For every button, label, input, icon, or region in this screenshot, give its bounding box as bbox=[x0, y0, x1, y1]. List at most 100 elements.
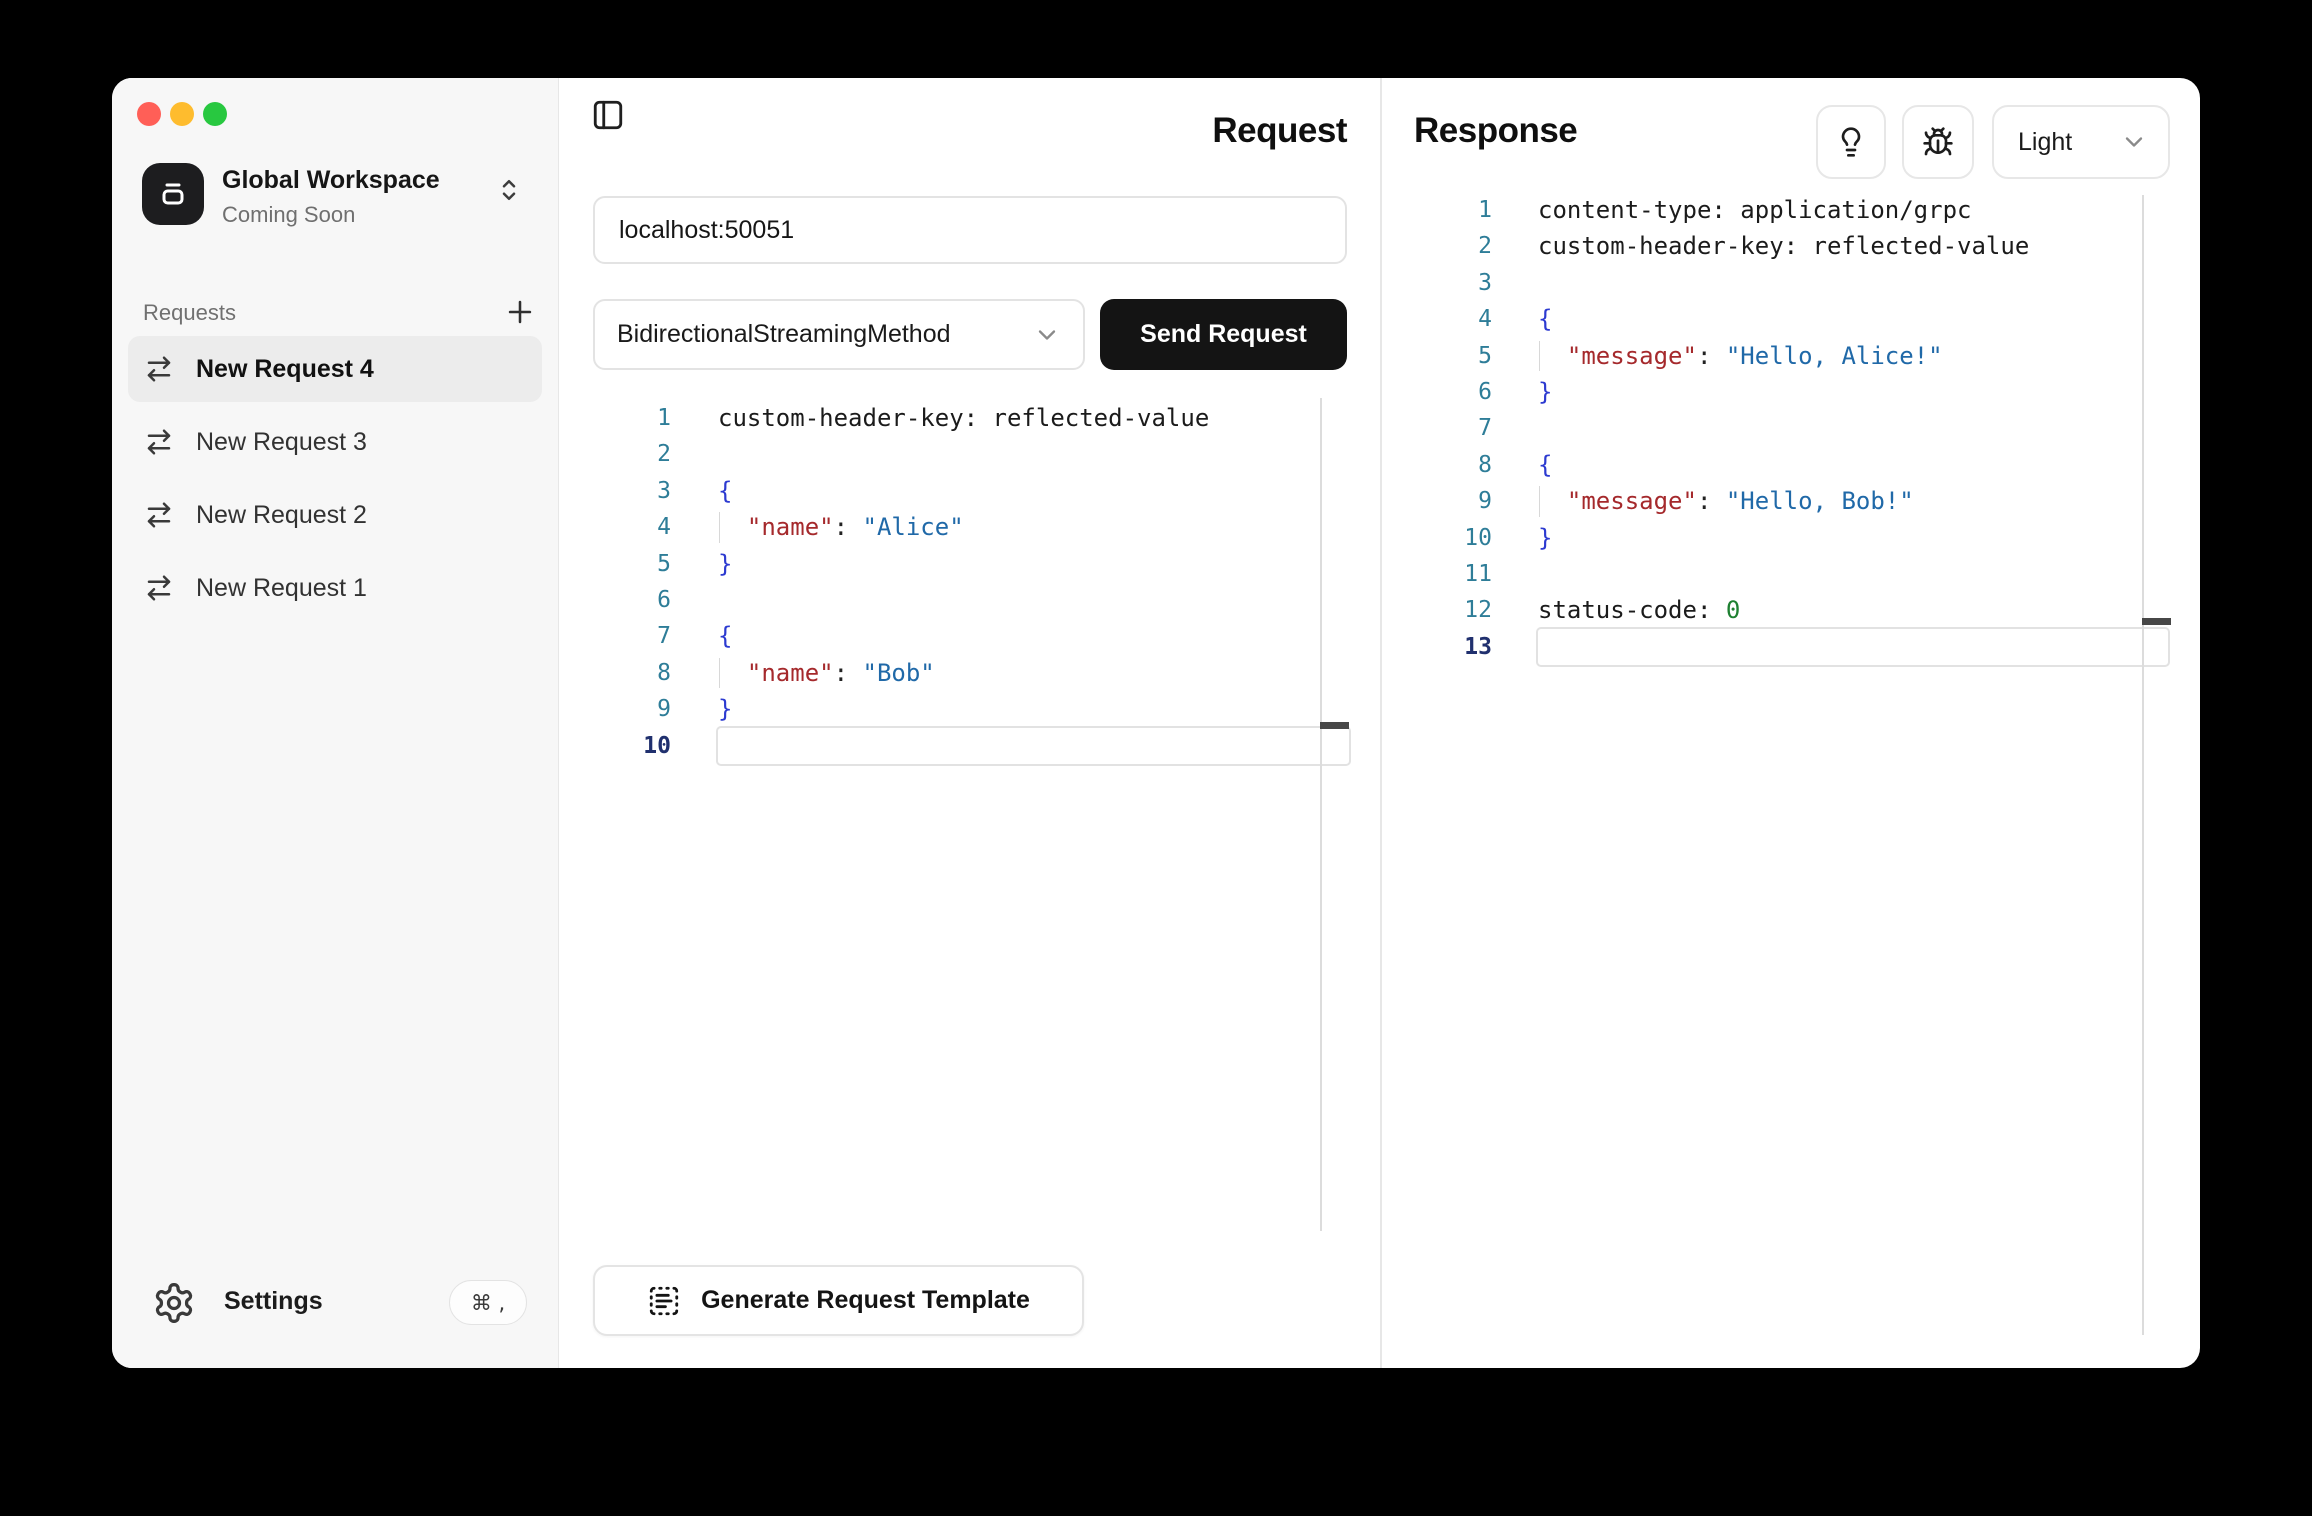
lightbulb-icon bbox=[1835, 126, 1867, 158]
debug-button[interactable] bbox=[1902, 105, 1974, 179]
editor-line: 10 bbox=[601, 728, 1349, 764]
indent-guide bbox=[1539, 341, 1540, 371]
request-editor[interactable]: 1custom-header-key: reflected-value23{4 … bbox=[601, 400, 1349, 764]
generate-request-template-button[interactable]: Generate Request Template bbox=[593, 1265, 1084, 1336]
line-content[interactable]: custom-header-key: reflected-value bbox=[718, 400, 1349, 436]
request-editor-scrollbar-thumb[interactable] bbox=[1320, 722, 1349, 729]
editor-line: 6} bbox=[1424, 374, 2168, 410]
line-content[interactable]: { bbox=[1538, 301, 2168, 337]
send-request-button[interactable]: Send Request bbox=[1100, 299, 1347, 370]
line-number: 5 bbox=[601, 546, 671, 582]
line-content[interactable] bbox=[1538, 556, 2168, 592]
workspace-icon bbox=[142, 163, 204, 225]
line-number: 6 bbox=[601, 582, 671, 618]
bug-icon bbox=[1922, 126, 1954, 158]
line-number: 5 bbox=[1424, 338, 1492, 374]
method-dropdown-value: BidirectionalStreamingMethod bbox=[617, 320, 1033, 349]
line-content[interactable]: { bbox=[1538, 447, 2168, 483]
line-number: 2 bbox=[1424, 228, 1492, 264]
window-minimize-button[interactable] bbox=[170, 102, 194, 126]
indent-guide bbox=[719, 512, 720, 542]
editor-line: 2 custom-header-key: reflected-value bbox=[1424, 228, 2168, 264]
line-content[interactable]: content-type: application/grpc bbox=[1538, 192, 2168, 228]
line-number: 9 bbox=[1424, 483, 1492, 519]
line-content[interactable]: } bbox=[718, 546, 1349, 582]
line-number: 3 bbox=[1424, 265, 1492, 301]
request-list-item-label: New Request 4 bbox=[196, 355, 374, 384]
line-content[interactable]: status-code: 0 bbox=[1538, 592, 2168, 628]
editor-line: 5 "message": "Hello, Alice!" bbox=[1424, 338, 2168, 374]
swap-arrows-icon bbox=[144, 427, 174, 457]
settings-button[interactable]: Settings bbox=[224, 1287, 323, 1316]
hint-button[interactable] bbox=[1816, 105, 1886, 179]
line-content[interactable]: "message": "Hello, Alice!" bbox=[1538, 338, 2168, 374]
line-content[interactable] bbox=[718, 436, 1349, 472]
request-list-item[interactable]: New Request 1 bbox=[128, 555, 542, 621]
line-content[interactable]: "name": "Bob" bbox=[718, 655, 1349, 691]
editor-line: 4 "name": "Alice" bbox=[601, 509, 1349, 545]
editor-line: 8 "name": "Bob" bbox=[601, 655, 1349, 691]
add-request-button[interactable] bbox=[498, 290, 542, 334]
template-dashed-icon bbox=[647, 1284, 681, 1318]
line-content[interactable]: custom-header-key: reflected-value bbox=[1538, 228, 2168, 264]
editor-line: 9} bbox=[601, 691, 1349, 727]
line-content[interactable]: { bbox=[718, 473, 1349, 509]
request-list-item-label: New Request 3 bbox=[196, 428, 367, 457]
editor-line: 3 bbox=[1424, 265, 2168, 301]
indent-guide bbox=[1539, 486, 1540, 516]
request-list-item[interactable]: New Request 3 bbox=[128, 409, 542, 475]
workspace-switcher-button[interactable] bbox=[494, 175, 524, 205]
app-window: Global Workspace Coming Soon Requests Ne… bbox=[112, 78, 2200, 1368]
line-number: 9 bbox=[601, 691, 671, 727]
archive-box-icon bbox=[155, 176, 191, 212]
settings-shortcut-badge: ⌘ , bbox=[449, 1280, 527, 1325]
line-content[interactable]: { bbox=[718, 618, 1349, 654]
line-content[interactable] bbox=[1538, 265, 2168, 301]
workspace-subtitle: Coming Soon bbox=[222, 202, 355, 228]
line-number: 4 bbox=[601, 509, 671, 545]
workspace-title: Global Workspace bbox=[222, 166, 440, 195]
method-dropdown[interactable]: BidirectionalStreamingMethod bbox=[593, 299, 1085, 370]
gear-icon bbox=[152, 1281, 196, 1325]
chevrons-up-down-icon bbox=[494, 175, 524, 205]
line-number: 10 bbox=[601, 728, 671, 764]
request-list-item[interactable]: New Request 4 bbox=[128, 336, 542, 402]
line-number: 10 bbox=[1424, 520, 1492, 556]
line-content[interactable]: "message": "Hello, Bob!" bbox=[1538, 483, 2168, 519]
line-content[interactable]: "name": "Alice" bbox=[718, 509, 1349, 545]
window-close-button[interactable] bbox=[137, 102, 161, 126]
editor-line: 1content-type: application/grpc bbox=[1424, 192, 2168, 228]
request-list-item[interactable]: New Request 2 bbox=[128, 482, 542, 548]
editor-line: 4{ bbox=[1424, 301, 2168, 337]
response-editor-scrollbar-thumb[interactable] bbox=[2142, 618, 2171, 625]
window-zoom-button[interactable] bbox=[203, 102, 227, 126]
indent-guide bbox=[719, 658, 720, 688]
line-content[interactable] bbox=[1538, 410, 2168, 446]
chevron-down-icon bbox=[1033, 321, 1061, 349]
line-content[interactable] bbox=[1538, 629, 2168, 665]
line-number: 7 bbox=[1424, 410, 1492, 446]
line-number: 1 bbox=[601, 400, 671, 436]
response-panel-title: Response bbox=[1414, 111, 1577, 151]
line-content[interactable]: } bbox=[1538, 520, 2168, 556]
line-content[interactable]: } bbox=[1538, 374, 2168, 410]
requests-section-label: Requests bbox=[143, 300, 236, 326]
editor-line: 8{ bbox=[1424, 447, 2168, 483]
response-editor[interactable]: 1content-type: application/grpc2 custom-h… bbox=[1424, 192, 2168, 665]
line-content[interactable] bbox=[718, 728, 1349, 764]
line-number: 11 bbox=[1424, 556, 1492, 592]
line-number: 7 bbox=[601, 618, 671, 654]
line-content[interactable]: } bbox=[718, 691, 1349, 727]
line-number: 3 bbox=[601, 473, 671, 509]
server-url-input[interactable] bbox=[593, 196, 1347, 264]
editor-line: 11 bbox=[1424, 556, 2168, 592]
editor-line: 6 bbox=[601, 582, 1349, 618]
line-content[interactable] bbox=[718, 582, 1349, 618]
editor-line: 10} bbox=[1424, 520, 2168, 556]
editor-line: 12 status-code: 0 bbox=[1424, 592, 2168, 628]
request-list: New Request 4 New Request 3 New Request … bbox=[128, 336, 542, 628]
swap-arrows-icon bbox=[144, 500, 174, 530]
line-number: 12 bbox=[1424, 592, 1492, 628]
theme-dropdown[interactable]: Light bbox=[1992, 105, 2170, 179]
editor-line: 3{ bbox=[601, 473, 1349, 509]
